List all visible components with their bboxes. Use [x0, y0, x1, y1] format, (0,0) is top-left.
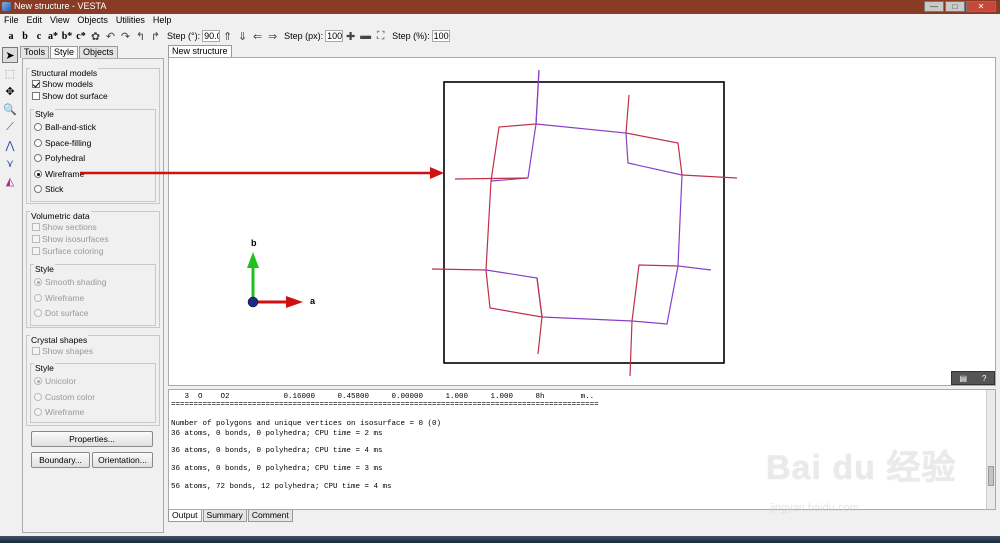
scrollbar-thumb[interactable] — [988, 466, 994, 486]
output-console[interactable]: 3 O O2 0.16000 0.45800 0.00000 1.000 1.0… — [168, 389, 996, 510]
tab-output[interactable]: Output — [168, 510, 202, 522]
annotation-arrow-head — [430, 167, 444, 179]
output-line: 36 atoms, 0 bonds, 0 polyhedra; CPU time… — [171, 465, 383, 473]
output-line: 56 atoms, 72 bonds, 12 polyhedra; CPU ti… — [171, 483, 392, 491]
output-scrollbar[interactable] — [986, 390, 995, 509]
output-line: 36 atoms, 0 bonds, 0 polyhedra; CPU time… — [171, 447, 383, 455]
output-line: 3 O O2 0.16000 0.45800 0.00000 1.000 1.0… — [171, 393, 595, 401]
output-line: Number of polygons and unique vertices o… — [171, 420, 442, 428]
output-tabs: Output Summary Comment — [168, 510, 294, 522]
tab-summary[interactable]: Summary — [202, 510, 247, 522]
os-taskbar — [0, 536, 1000, 543]
tab-comment[interactable]: Comment — [247, 510, 293, 522]
output-line: 36 atoms, 0 bonds, 0 polyhedra; CPU time… — [171, 430, 383, 438]
output-line: ========================================… — [171, 401, 599, 409]
